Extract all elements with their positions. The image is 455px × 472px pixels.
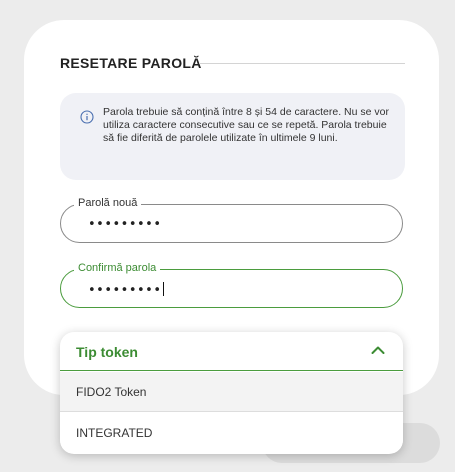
dropdown-option-integrated[interactable]: INTEGRATED <box>60 413 403 453</box>
dropdown-option-fido2-token[interactable]: FIDO2 Token <box>60 372 403 412</box>
confirm-password-field[interactable]: Confirmă parola ••••••••• <box>60 262 403 308</box>
token-type-dropdown: Tip token FIDO2 Token INTEGRATED <box>60 332 403 454</box>
confirm-password-label: Confirmă parola <box>74 262 161 274</box>
new-password-label: Parolă nouă <box>74 197 142 209</box>
info-icon <box>80 110 94 124</box>
new-password-value: ••••••••• <box>88 217 162 232</box>
password-rules-text: Parola trebuie să conțină între 8 și 54 … <box>103 106 389 144</box>
confirm-password-value-wrap: ••••••••• <box>88 282 164 298</box>
confirm-password-value: ••••••••• <box>88 283 162 298</box>
new-password-field[interactable]: Parolă nouă ••••••••• <box>60 197 403 243</box>
dropdown-option-label: INTEGRATED <box>76 426 153 440</box>
text-caret <box>162 282 164 296</box>
title-divider <box>199 63 405 64</box>
chevron-up-icon[interactable] <box>371 345 385 355</box>
section-title: RESETARE PAROLĂ <box>60 55 202 71</box>
token-type-dropdown-header[interactable]: Tip token <box>60 332 403 371</box>
dropdown-option-label: FIDO2 Token <box>76 385 147 399</box>
token-type-label: Tip token <box>76 344 138 360</box>
